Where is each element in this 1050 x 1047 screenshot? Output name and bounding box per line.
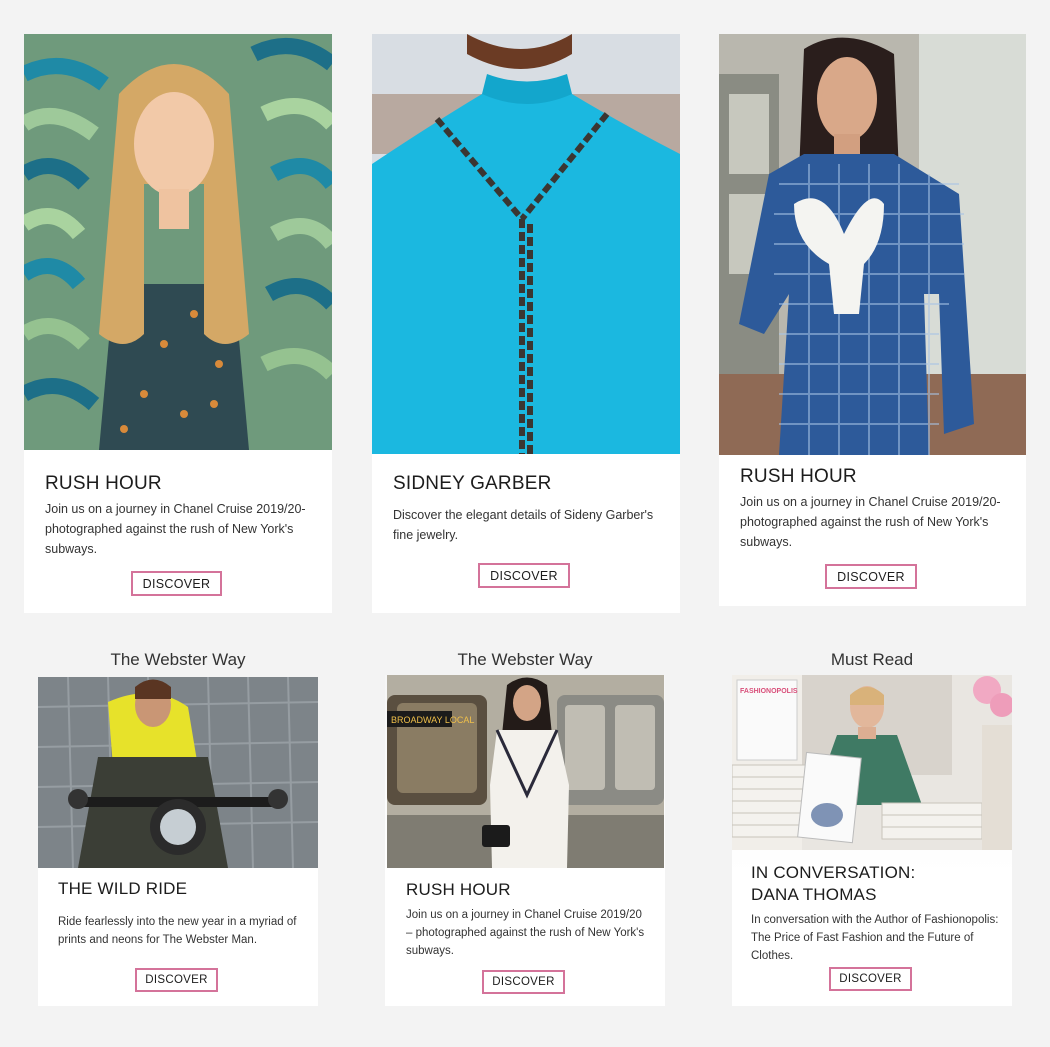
discover-button[interactable]: DISCOVER xyxy=(482,970,565,994)
feature-card-sidney-garber: SIDNEY GARBER Discover the elegant detai… xyxy=(372,34,680,613)
card-description: Discover the elegant details of Sideny G… xyxy=(393,508,654,542)
section-heading-webster-way: The Webster Way xyxy=(110,650,246,669)
feature-card-rush-hour-3: BROADWAY LOCAL RUSH HOUR Join us on a jo… xyxy=(385,675,665,1006)
card-title-line1: IN CONVERSATION: xyxy=(751,863,916,882)
discover-button[interactable]: DISCOVER xyxy=(825,564,917,589)
card-description: Ride fearlessly into the new year in a m… xyxy=(58,916,297,946)
sidney-garber-photo[interactable] xyxy=(372,34,680,454)
discover-button[interactable]: DISCOVER xyxy=(135,968,218,992)
card-title: RUSH HOUR xyxy=(45,473,162,494)
discover-button[interactable]: DISCOVER xyxy=(131,571,222,596)
discover-button[interactable]: DISCOVER xyxy=(478,563,570,588)
card-description: Join us on a journey in Chanel Cruise 20… xyxy=(406,909,645,957)
feature-card-rush-hour-2: RUSH HOUR Join us on a journey in Chanel… xyxy=(719,34,1026,606)
subway-sign: BROADWAY LOCAL xyxy=(391,715,474,725)
rush-hour-subway-photo[interactable]: BROADWAY LOCAL xyxy=(387,675,664,868)
discover-button[interactable]: DISCOVER xyxy=(829,967,912,991)
rush-hour-photo-1[interactable] xyxy=(24,34,332,450)
card-title: RUSH HOUR xyxy=(406,880,511,899)
section-heading-must-read: Must Read xyxy=(830,650,914,669)
card-description: Join us on a journey in Chanel Cruise 20… xyxy=(740,495,1001,549)
card-title-line2: DANA THOMAS xyxy=(751,885,877,904)
section-heading-webster-way: The Webster Way xyxy=(457,650,593,669)
card-title: THE WILD RIDE xyxy=(58,879,188,898)
feature-card-wild-ride: THE WILD RIDE Ride fearlessly into the n… xyxy=(38,677,318,1006)
card-description: Join us on a journey in Chanel Cruise 20… xyxy=(45,502,306,556)
card-title: RUSH HOUR xyxy=(740,466,857,487)
feature-card-rush-hour-1: RUSH HOUR Join us on a journey in Chanel… xyxy=(24,34,332,613)
card-title: SIDNEY GARBER xyxy=(393,473,552,494)
card-description: In conversation with the Author of Fashi… xyxy=(751,914,999,962)
book-title-text: FASHIONOPOLIS xyxy=(740,688,798,695)
wild-ride-photo[interactable] xyxy=(38,677,318,868)
dana-thomas-photo[interactable]: FASHIONOPOLIS xyxy=(732,675,1012,850)
rush-hour-photo-2[interactable] xyxy=(719,34,1026,455)
feature-card-dana-thomas: FASHIONOPOLIS IN CONVERSATION: DANA THOM… xyxy=(732,675,1012,1006)
